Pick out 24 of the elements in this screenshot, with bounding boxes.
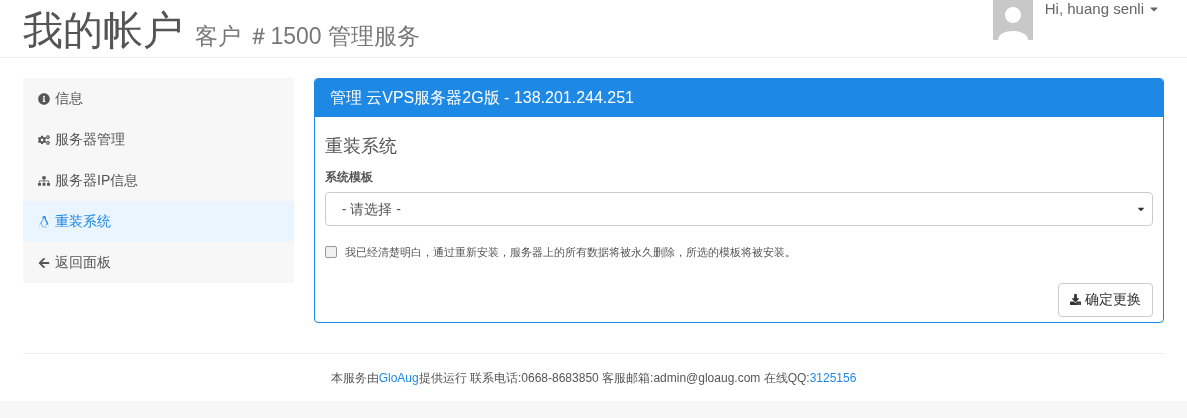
sidebar-item[interactable]: 服务器IP信息	[23, 160, 294, 201]
footer-link[interactable]: 3125156	[809, 370, 857, 385]
arrow-left-icon	[38, 256, 50, 269]
sidebar-item[interactable]: 信息	[23, 78, 294, 119]
user-greeting: Hi, huang senli	[1044, 0, 1144, 19]
field-label: 系统模板	[324, 169, 374, 186]
page-subtitle: 客户 ＃1500 管理服务	[195, 22, 420, 51]
page-title: 我的帐户	[23, 7, 183, 54]
footer-link[interactable]: GloAug	[378, 370, 419, 385]
info-icon	[38, 92, 50, 105]
confirm-label: 我已经清楚明白，通过重新安装，服务器上的所有数据将被永久删除，所选的模板将被安装。	[344, 245, 796, 260]
sidebar-item[interactable]: 返回面板	[23, 242, 294, 283]
user-menu[interactable]: Hi, huang senli	[992, 0, 1160, 40]
penguin-icon	[38, 215, 50, 228]
sitemap-icon	[38, 174, 50, 187]
confirm-button[interactable]: 确定更换	[1058, 282, 1153, 317]
section-heading: 重装系统	[324, 135, 398, 158]
panel-title: 管理 云VPS服务器2G版 - 138.201.244.251	[329, 88, 634, 108]
gears-icon	[38, 133, 50, 146]
confirm-checkbox[interactable]	[324, 246, 337, 259]
footer-text: 本服务由GloAug提供运行 联系电话:0668-8683850 客服邮箱:admin@gloaug.com 在线QQ:3125156	[330, 369, 857, 387]
download-icon	[1070, 294, 1081, 305]
template-select[interactable]: - 请选择 -	[324, 192, 1153, 226]
sidebar-item[interactable]: 服务器管理	[23, 119, 294, 160]
